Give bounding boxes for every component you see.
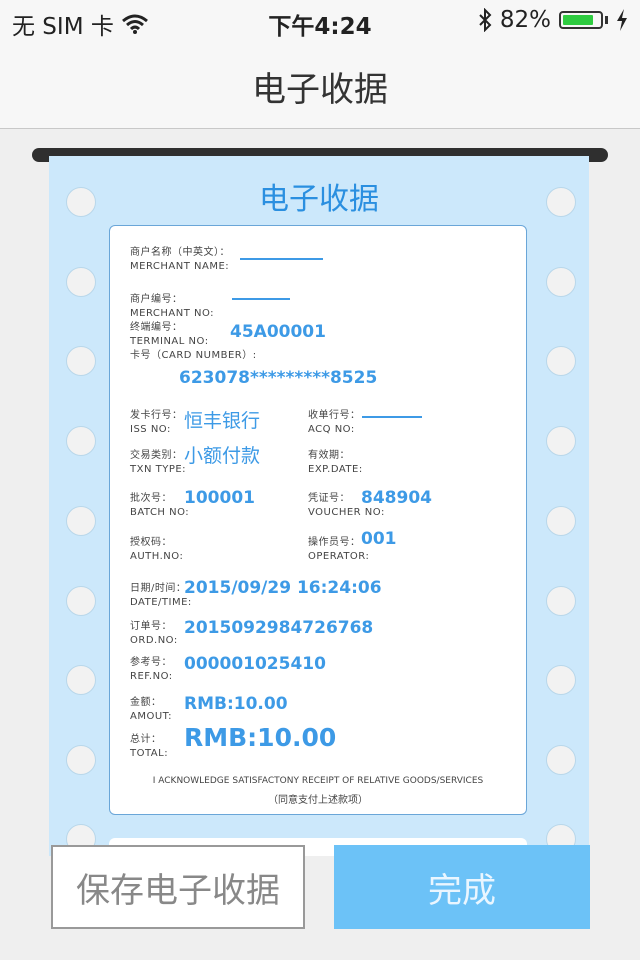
batch-no-label-en: BATCH NO: — [130, 507, 190, 518]
receipt-title: 电子收据 — [259, 182, 379, 217]
done-button[interactable]: 完成 — [334, 845, 590, 929]
iss-no-label-cn: 发卡行号： — [130, 410, 183, 421]
exp-date-label-cn: 有效期： — [308, 450, 350, 461]
perforation-hole — [66, 745, 96, 775]
perforation-hole — [546, 426, 576, 456]
date-time-label-cn: 日期/时间： — [130, 583, 187, 594]
battery-level — [563, 15, 593, 25]
perforation-hole — [546, 346, 576, 376]
merchant-name-line — [240, 258, 323, 260]
ord-no-label-en: ORD.NO: — [130, 635, 178, 646]
amount-value: RMB:10.00 — [184, 694, 288, 714]
perforation-hole — [66, 267, 96, 297]
merchant-name-label-cn: 商户名称（中英文）： — [130, 247, 230, 258]
acknowledgement-cn: （同意支付上述款项） — [268, 795, 368, 806]
save-receipt-button[interactable]: 保存电子收据 — [51, 845, 305, 929]
perforation-hole — [66, 346, 96, 376]
bluetooth-icon — [479, 8, 492, 32]
voucher-no-label-cn: 凭证号： — [308, 493, 350, 504]
perforation-hole — [66, 506, 96, 536]
battery-percent: 82% — [499, 7, 551, 33]
auth-no-label-en: AUTH.NO: — [130, 551, 184, 562]
amount-label-cn: 金额： — [130, 697, 162, 708]
merchant-no-label-cn: 商户编号： — [130, 294, 183, 305]
card-number-label: 卡号（CARD NUMBER）: — [130, 350, 257, 361]
iss-no-label-en: ISS NO: — [130, 424, 171, 435]
merchant-no-line — [232, 298, 290, 300]
total-value: RMB:10.00 — [184, 723, 337, 752]
receipt-card: 商户名称（中英文）： MERCHANT NAME: 商户编号： MERCHANT… — [109, 225, 527, 815]
perforation-hole — [66, 586, 96, 616]
operator-label-cn: 操作员号： — [308, 537, 361, 548]
operator-label-en: OPERATOR: — [308, 551, 370, 562]
txn-type-label-cn: 交易类别： — [130, 450, 183, 461]
amount-label-en: AMOUT: — [130, 711, 173, 722]
voucher-no-value: 848904 — [361, 488, 432, 508]
perforation-hole — [546, 506, 576, 536]
receipt-paper[interactable]: 电子收据 商户名称（中英文）： MERCHANT NAME: 商户编号： MER… — [49, 156, 589, 856]
ref-no-label-cn: 参考号： — [130, 657, 172, 668]
charging-icon — [617, 9, 627, 31]
date-time-value: 2015/09/29 16:24:06 — [184, 578, 382, 598]
perforation-hole — [546, 665, 576, 695]
acq-no-line — [362, 416, 422, 418]
acq-no-label-cn: 收单行号： — [308, 410, 361, 421]
operator-value: 001 — [361, 529, 397, 549]
nav-bar: 电子收据 — [0, 40, 640, 129]
status-bar: 无 SIM 卡 下午4:24 82% — [0, 0, 640, 40]
terminal-no-label-cn: 终端编号： — [130, 322, 183, 333]
ref-no-value: 000001025410 — [184, 654, 326, 674]
page-title: 电子收据 — [252, 70, 388, 110]
perforation-hole — [546, 586, 576, 616]
iss-no-value: 恒丰银行 — [184, 410, 261, 432]
batch-no-value: 100001 — [184, 488, 255, 508]
perforation-hole — [546, 745, 576, 775]
ord-no-label-cn: 订单号： — [130, 621, 172, 632]
perforation-hole — [66, 665, 96, 695]
terminal-no-value: 45A00001 — [230, 322, 326, 342]
auth-no-label-cn: 授权码： — [130, 537, 172, 548]
merchant-name-label-en: MERCHANT NAME: — [130, 261, 230, 272]
total-label-cn: 总计： — [130, 734, 162, 745]
acknowledgement-en: I ACKNOWLEDGE SATISFACTONY RECEIPT OF RE… — [152, 776, 484, 786]
battery-icon — [559, 11, 603, 29]
txn-type-label-en: TXN TYPE: — [130, 464, 187, 475]
status-right: 82% — [478, 7, 628, 33]
perforation-hole — [66, 426, 96, 456]
battery-tip — [605, 16, 608, 24]
merchant-no-label-en: MERCHANT NO: — [130, 308, 215, 319]
date-time-label-en: DATE/TIME: — [130, 597, 192, 608]
card-number-value: 623078*********8525 — [179, 368, 378, 388]
ref-no-label-en: REF.NO: — [130, 671, 173, 682]
ord-no-value: 2015092984726768 — [184, 618, 374, 638]
exp-date-label-en: EXP.DATE: — [308, 464, 363, 475]
perforation-hole — [546, 267, 576, 297]
txn-type-value: 小额付款 — [184, 445, 261, 467]
batch-no-label-cn: 批次号： — [130, 493, 172, 504]
acq-no-label-en: ACQ NO: — [308, 424, 355, 435]
terminal-no-label-en: TERMINAL NO: — [130, 336, 209, 347]
total-label-en: TOTAL: — [130, 748, 169, 759]
